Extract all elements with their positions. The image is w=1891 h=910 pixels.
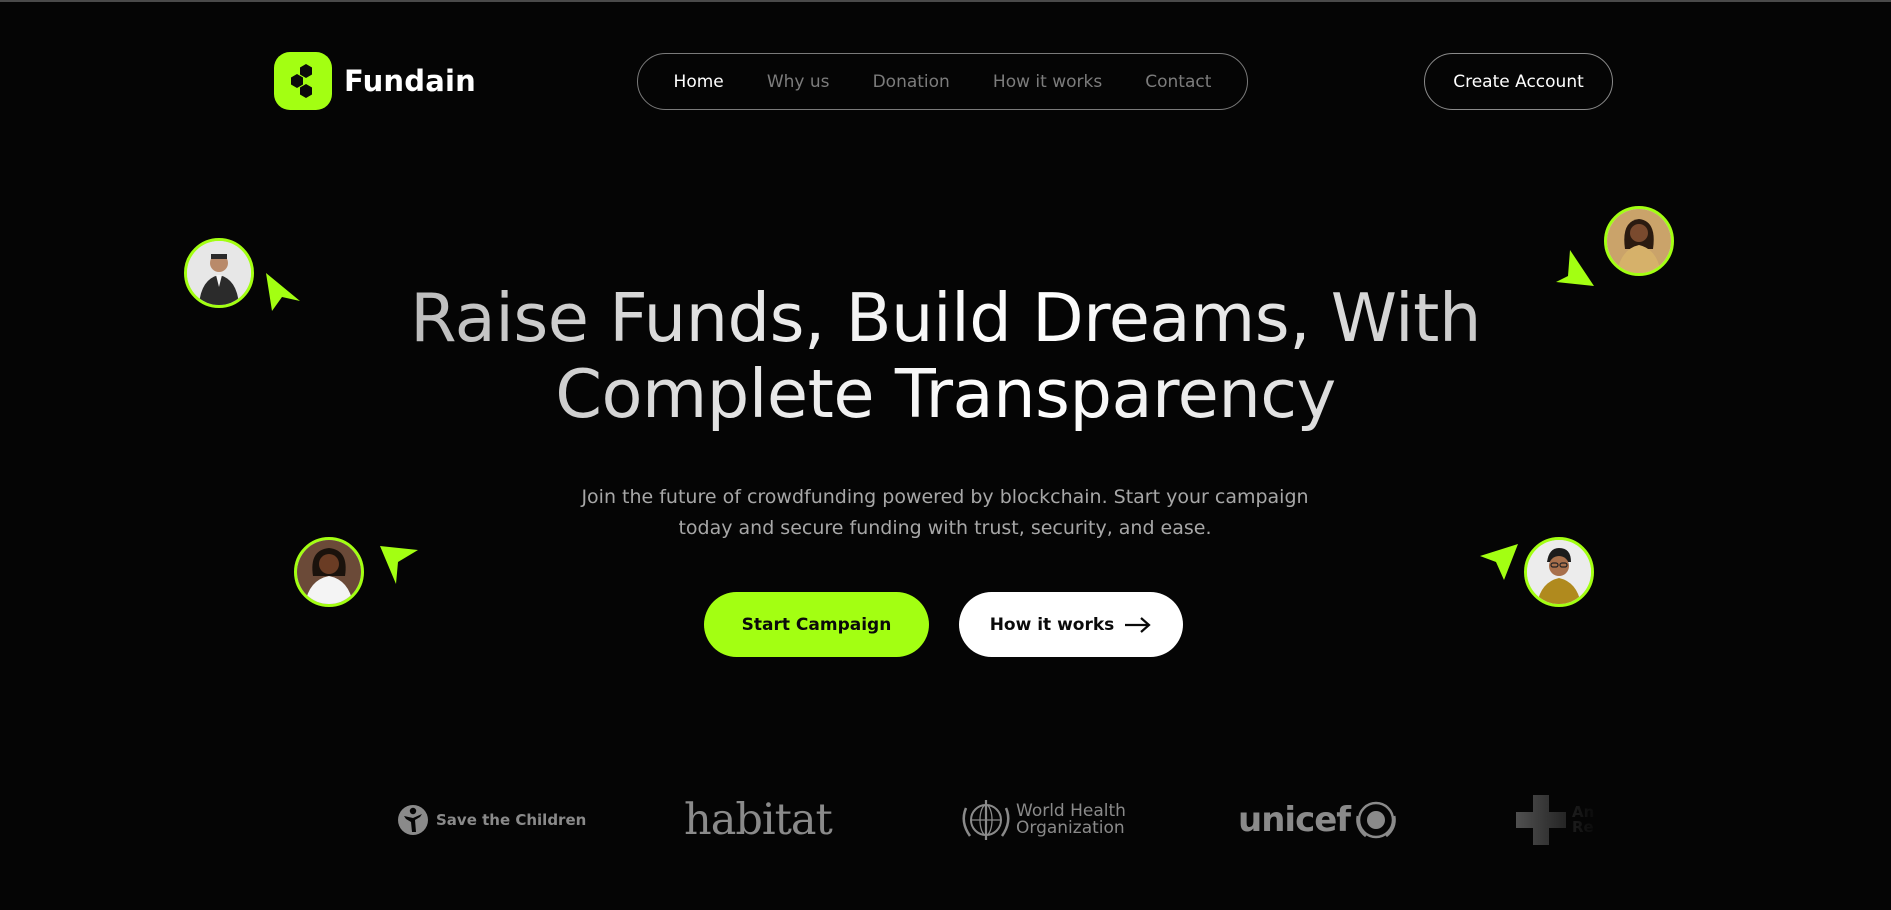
cursor-pointer-icon: [1480, 544, 1518, 580]
who-emblem-icon: [962, 800, 1010, 840]
nav-item-why-us[interactable]: Why us: [767, 72, 830, 92]
avatar-man-glasses: [1524, 537, 1594, 607]
avatar-woman-white-shirt: [294, 537, 364, 607]
brand-name: Fundain: [344, 64, 476, 98]
create-account-button[interactable]: Create Account: [1424, 53, 1613, 110]
nav-item-donation[interactable]: Donation: [873, 72, 950, 92]
hero-subtitle-line-2: today and secure funding with trust, sec…: [678, 517, 1212, 539]
arrow-right-icon: [1125, 616, 1151, 633]
hero-title-line-2: Complete Transparency: [555, 355, 1336, 433]
hero-title-line-1: Raise Funds, Build Dreams, With: [410, 279, 1481, 357]
partner-logos: Save the Children habitat World Health O…: [390, 790, 1620, 850]
partner-world-health-organization: World Health Organization: [958, 790, 1126, 850]
nav-item-how-it-works[interactable]: How it works: [993, 72, 1102, 92]
partner-save-the-children: Save the Children: [396, 790, 586, 850]
how-it-works-label: How it works: [989, 614, 1115, 635]
how-it-works-button[interactable]: How it works: [959, 592, 1183, 657]
habitat-text: habitat: [684, 795, 833, 845]
save-the-children-text: Save the Children: [436, 811, 587, 829]
nav-item-contact[interactable]: Contact: [1145, 72, 1211, 92]
top-divider: [0, 0, 1891, 2]
partner-unicef: unicef: [1238, 790, 1398, 850]
start-campaign-button[interactable]: Start Campaign: [704, 592, 929, 657]
nav-item-home[interactable]: Home: [674, 72, 724, 92]
unicef-emblem-icon: [1356, 801, 1396, 839]
hexagon-cluster-icon: [274, 52, 332, 110]
logo-fade-overlay: [1500, 790, 1620, 850]
avatar-woman-blazer: [1604, 206, 1674, 276]
hero-subtitle-line-1: Join the future of crowdfunding powered …: [581, 486, 1309, 508]
partner-habitat: habitat: [684, 790, 833, 850]
brand-logo[interactable]: Fundain: [274, 52, 476, 110]
save-the-children-icon: [398, 805, 428, 835]
hero-subtitle: Join the future of crowdfunding powered …: [545, 482, 1345, 544]
cursor-pointer-icon: [380, 546, 418, 584]
unicef-text: unicef: [1238, 800, 1351, 840]
hero-title: Raise Funds, Build Dreams, With Complete…: [0, 280, 1891, 432]
who-text-line-2: Organization: [1016, 818, 1125, 838]
main-nav: Home Why us Donation How it works Contac…: [637, 53, 1248, 110]
